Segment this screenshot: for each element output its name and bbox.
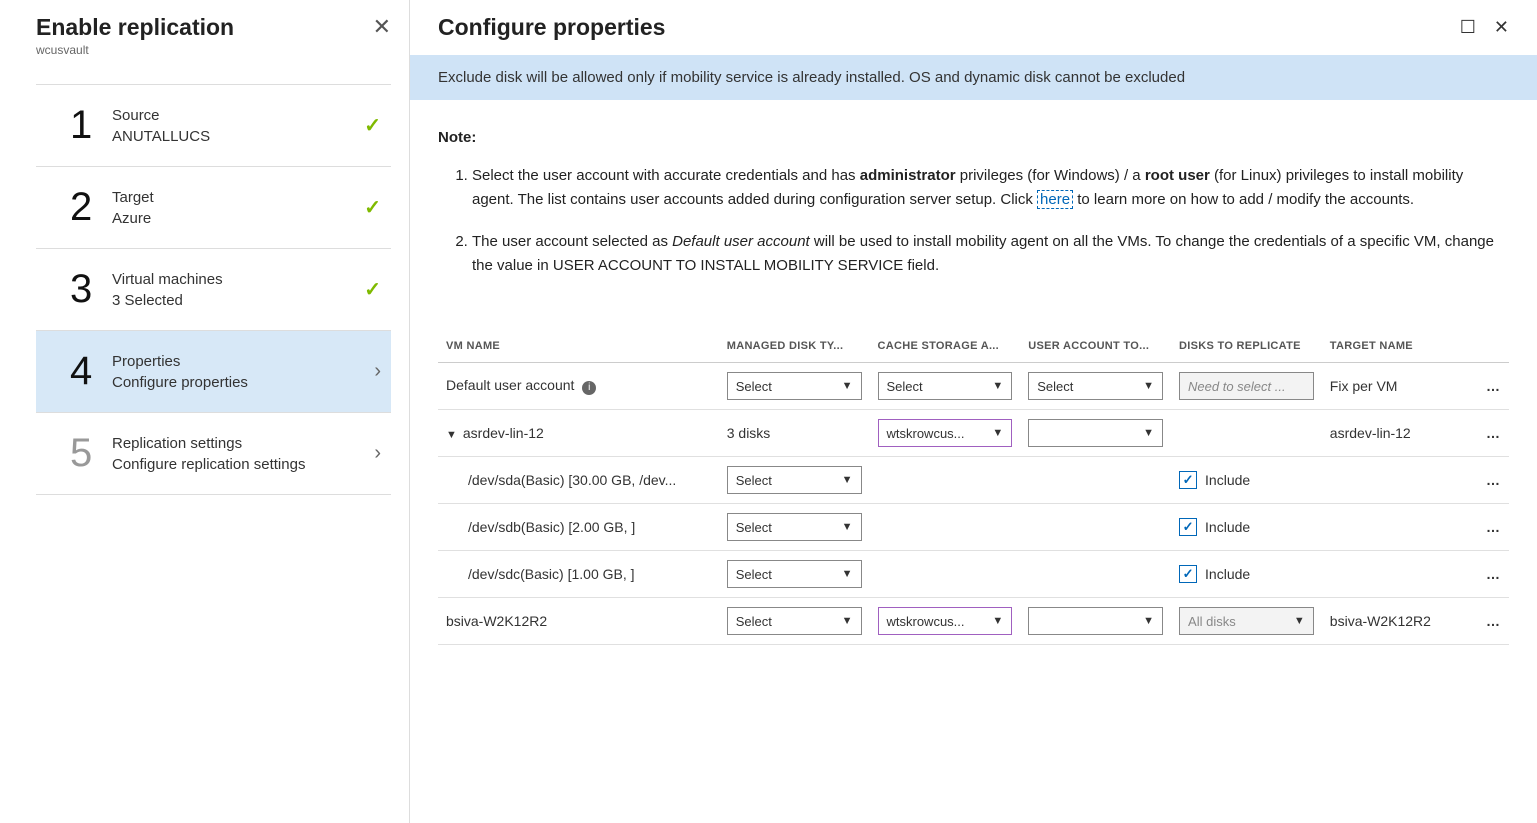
col-cache[interactable]: CACHE STORAGE A... — [870, 330, 1021, 363]
target-name: Fix per VM — [1322, 363, 1468, 410]
disk-type-select[interactable]: Select▼ — [727, 513, 862, 541]
disks-replicate-select[interactable]: All disks▼ — [1179, 607, 1314, 635]
table-row-vm: bsiva-W2K12R2 Select▼ wtskrowcus...▼ ▼ A… — [438, 598, 1509, 645]
user-account-select[interactable]: ▼ — [1028, 419, 1163, 447]
cache-storage-select[interactable]: Select▼ — [878, 372, 1013, 400]
wizard-header: Enable replication wcusvault ✕ — [36, 14, 391, 75]
wizard-step-target[interactable]: 2 Target Azure ✓ — [36, 166, 391, 249]
chevron-down-icon: ▼ — [842, 615, 853, 627]
chevron-down-icon: ▼ — [1294, 615, 1305, 627]
close-icon[interactable]: ✕ — [373, 14, 391, 40]
disk-type-select[interactable]: Select▼ — [727, 607, 862, 635]
include-checkbox[interactable]: ✓ — [1179, 565, 1197, 583]
chevron-down-icon: ▼ — [1143, 615, 1154, 627]
row-menu-icon[interactable]: … — [1467, 551, 1509, 598]
disks-replicate-select: Need to select ... — [1179, 372, 1314, 400]
wizard-panel: Enable replication wcusvault ✕ 1 Source … — [0, 0, 410, 823]
row-menu-icon[interactable]: … — [1467, 504, 1509, 551]
disk-name: /dev/sdb(Basic) [2.00 GB, ] — [438, 504, 719, 551]
col-target[interactable]: TARGET NAME — [1322, 330, 1468, 363]
row-name: bsiva-W2K12R2 — [438, 598, 719, 645]
table-row-default: Default user account i Select▼ Select▼ S… — [438, 363, 1509, 410]
row-name: Default user account — [446, 377, 574, 393]
vault-name: wcusvault — [36, 43, 234, 57]
wizard-step-source[interactable]: 1 Source ANUTALLUCS ✓ — [36, 84, 391, 167]
content-header: Configure properties ☐ ✕ — [410, 0, 1537, 55]
target-name: asrdev-lin-12 — [1322, 410, 1468, 457]
expand-icon[interactable]: ▼ — [446, 429, 457, 441]
wizard-step-replication: 5 Replication settings Configure replica… — [36, 412, 391, 495]
chevron-down-icon: ▼ — [992, 615, 1003, 627]
col-user[interactable]: USER ACCOUNT TO... — [1020, 330, 1171, 363]
chevron-down-icon: ▼ — [1143, 427, 1154, 439]
wizard-title: Enable replication — [36, 14, 234, 41]
table-row-disk: /dev/sdc(Basic) [1.00 GB, ] Select▼ ✓Inc… — [438, 551, 1509, 598]
table-row-disk: /dev/sdb(Basic) [2.00 GB, ] Select▼ ✓Inc… — [438, 504, 1509, 551]
check-icon: ✓ — [364, 277, 381, 302]
maximize-icon[interactable]: ☐ — [1460, 17, 1476, 38]
row-menu-icon[interactable]: … — [1467, 410, 1509, 457]
row-menu-icon[interactable]: … — [1467, 457, 1509, 504]
chevron-down-icon: ▼ — [842, 568, 853, 580]
check-icon: ✓ — [364, 195, 381, 220]
col-disks[interactable]: DISKS TO REPLICATE — [1171, 330, 1322, 363]
wizard-step-vms[interactable]: 3 Virtual machines 3 Selected ✓ — [36, 248, 391, 331]
chevron-down-icon: ▼ — [992, 427, 1003, 439]
wizard-step-properties[interactable]: 4 Properties Configure properties › — [36, 330, 391, 413]
row-name: asrdev-lin-12 — [463, 425, 544, 441]
table-row-vm: ▼asrdev-lin-12 3 disks wtskrowcus...▼ ▼ … — [438, 410, 1509, 457]
target-name: bsiva-W2K12R2 — [1322, 598, 1468, 645]
disk-type-select[interactable]: Select▼ — [727, 372, 862, 400]
disk-count: 3 disks — [719, 410, 870, 457]
content-panel: Configure properties ☐ ✕ Exclude disk wi… — [410, 0, 1537, 823]
chevron-down-icon: ▼ — [842, 521, 853, 533]
chevron-down-icon: ▼ — [1143, 380, 1154, 392]
close-icon[interactable]: ✕ — [1494, 17, 1509, 38]
include-checkbox[interactable]: ✓ — [1179, 518, 1197, 536]
note-section: Note: Select the user account with accur… — [410, 100, 1537, 306]
chevron-down-icon: ▼ — [992, 380, 1003, 392]
content-title: Configure properties — [438, 14, 665, 41]
chevron-down-icon: ▼ — [842, 380, 853, 392]
cache-storage-select[interactable]: wtskrowcus...▼ — [878, 607, 1013, 635]
chevron-down-icon: ▼ — [842, 474, 853, 486]
include-checkbox[interactable]: ✓ — [1179, 471, 1197, 489]
chevron-right-icon: › — [374, 360, 381, 383]
info-icon[interactable]: i — [582, 381, 596, 395]
note-item-2: The user account selected as Default use… — [472, 230, 1501, 278]
disk-type-select[interactable]: Select▼ — [727, 466, 862, 494]
user-account-select[interactable]: Select▼ — [1028, 372, 1163, 400]
properties-table: VM NAME MANAGED DISK TY... CACHE STORAGE… — [438, 330, 1509, 645]
col-vmname[interactable]: VM NAME — [438, 330, 719, 363]
note-item-1: Select the user account with accurate cr… — [472, 164, 1501, 212]
row-menu-icon[interactable]: … — [1467, 598, 1509, 645]
disk-name: /dev/sdc(Basic) [1.00 GB, ] — [438, 551, 719, 598]
note-label: Note: — [438, 129, 476, 146]
check-icon: ✓ — [364, 113, 381, 138]
info-banner: Exclude disk will be allowed only if mob… — [410, 55, 1537, 100]
chevron-right-icon: › — [374, 442, 381, 465]
table-row-disk: /dev/sda(Basic) [30.00 GB, /dev... Selec… — [438, 457, 1509, 504]
wizard-steps: 1 Source ANUTALLUCS ✓ 2 Target Azure ✓ 3… — [36, 84, 391, 495]
disk-name: /dev/sda(Basic) [30.00 GB, /dev... — [438, 457, 719, 504]
row-menu-icon[interactable]: … — [1467, 363, 1509, 410]
cache-storage-select[interactable]: wtskrowcus...▼ — [878, 419, 1013, 447]
table-header-row: VM NAME MANAGED DISK TY... CACHE STORAGE… — [438, 330, 1509, 363]
learn-more-link[interactable]: here — [1037, 190, 1073, 209]
user-account-select[interactable]: ▼ — [1028, 607, 1163, 635]
col-disktype[interactable]: MANAGED DISK TY... — [719, 330, 870, 363]
disk-type-select[interactable]: Select▼ — [727, 560, 862, 588]
